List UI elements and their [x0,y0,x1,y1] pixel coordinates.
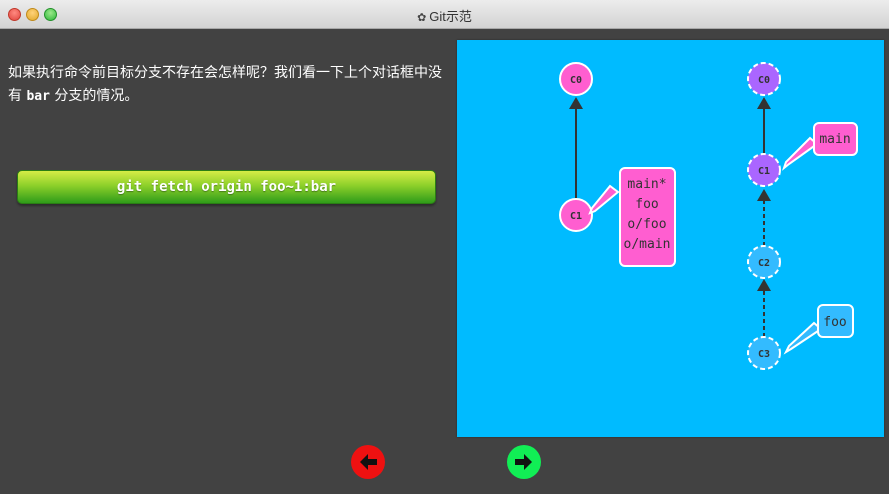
remote-edge-c3-c2-arrowhead [757,279,771,291]
remote-branch-main[interactable]: main [813,122,858,156]
remote-commit-c2-label: C2 [758,258,770,269]
branch-main-label: main* [627,177,666,192]
description-text-after: 分支的情况。 [49,88,139,104]
git-visualization-panel: C0 C1 main* foo o/foo o/main C0 C1 C2 C3… [457,40,884,437]
local-commit-c0[interactable]: C0 [559,62,593,96]
local-commit-c1-label: C1 [570,211,582,222]
remote-commit-c2[interactable]: C2 [747,245,781,279]
remote-commit-c0[interactable]: C0 [747,62,781,96]
local-commit-c0-label: C0 [570,75,582,86]
window-titlebar: ✿ Git示范 [0,0,889,29]
window-title: ✿ Git示范 [0,6,889,25]
local-branch-label[interactable]: main* foo o/foo o/main [619,167,676,267]
level-description: 如果执行命令前目标分支不存在会怎样呢？我们看一下上个对话框中没有 bar 分支的… [8,62,448,108]
remote-branch-foo-label: foo [823,315,846,330]
remote-commit-c3[interactable]: C3 [747,336,781,370]
local-branch-pointer-arrow [588,184,620,215]
git-tree-svg: C0 C1 main* foo o/foo o/main C0 C1 C2 C3… [559,62,858,370]
arrow-right-icon [515,454,532,470]
remote-main-pointer-arrow [781,136,819,171]
local-edge-arrowhead [569,97,583,109]
remote-edge-c1-c0-arrowhead [757,97,771,109]
branch-o-foo-label: o/foo [627,217,666,232]
remote-branch-main-label: main [819,132,850,147]
remote-commit-c3-label: C3 [758,349,770,360]
remote-foo-pointer-arrow [783,321,823,355]
remote-commit-c1-label: C1 [758,166,770,177]
window-title-text: Git示范 [429,9,472,24]
local-commit-c1[interactable]: C1 [559,198,593,232]
branch-o-main-label: o/main [624,237,671,252]
back-button[interactable] [351,445,385,479]
description-code: bar [26,89,50,104]
remote-edge-c2-c1-arrowhead [757,189,771,201]
remote-commit-c0-label: C0 [758,75,770,86]
branch-foo-label: foo [635,197,658,212]
command-button[interactable]: git fetch origin foo~1:bar [17,170,436,204]
remote-branch-foo[interactable]: foo [817,304,854,338]
arrow-left-icon [360,454,377,470]
gear-icon: ✿ [417,12,427,24]
next-button[interactable] [507,445,541,479]
remote-commit-c1[interactable]: C1 [747,153,781,187]
